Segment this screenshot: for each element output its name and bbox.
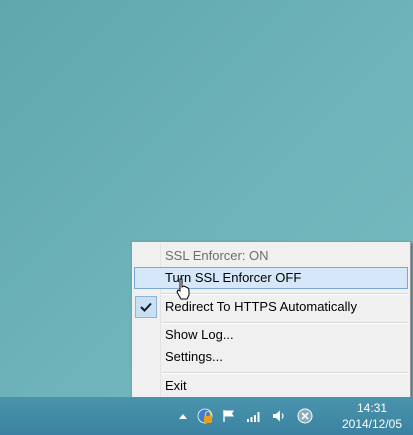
menu-item-settings-label: Settings...: [165, 349, 223, 364]
hand-cursor-icon: [176, 278, 190, 300]
network-icon[interactable]: [246, 408, 262, 424]
menu-item-status: SSL Enforcer: ON: [134, 245, 408, 267]
ssl-enforcer-icon[interactable]: [197, 408, 213, 424]
menu-item-show-log-label: Show Log...: [165, 327, 234, 342]
volume-icon[interactable]: [271, 408, 287, 424]
menu-item-exit-label: Exit: [165, 378, 187, 393]
taskbar: 14:31 2014/12/05: [0, 397, 413, 435]
menu-item-settings[interactable]: Settings...: [134, 346, 408, 368]
chevron-up-icon[interactable]: [175, 408, 191, 424]
tray-context-menu: SSL Enforcer: ON Turn SSL Enforcer OFF R…: [131, 241, 411, 399]
menu-item-exit[interactable]: Exit: [134, 375, 408, 397]
menu-item-redirect-https-label: Redirect To HTTPS Automatically: [165, 299, 357, 314]
taskbar-clock[interactable]: 14:31 2014/12/05: [337, 400, 407, 432]
flag-icon[interactable]: [221, 408, 237, 424]
clock-time: 14:31: [356, 401, 388, 415]
clock-date: 2014/12/05: [341, 417, 403, 431]
close-circle-icon[interactable]: [297, 408, 313, 424]
menu-separator: [162, 293, 408, 295]
checkmark-icon: [135, 296, 157, 318]
menu-item-show-log[interactable]: Show Log...: [134, 324, 408, 346]
menu-item-status-label: SSL Enforcer: ON: [165, 248, 269, 263]
menu-separator: [162, 372, 408, 374]
